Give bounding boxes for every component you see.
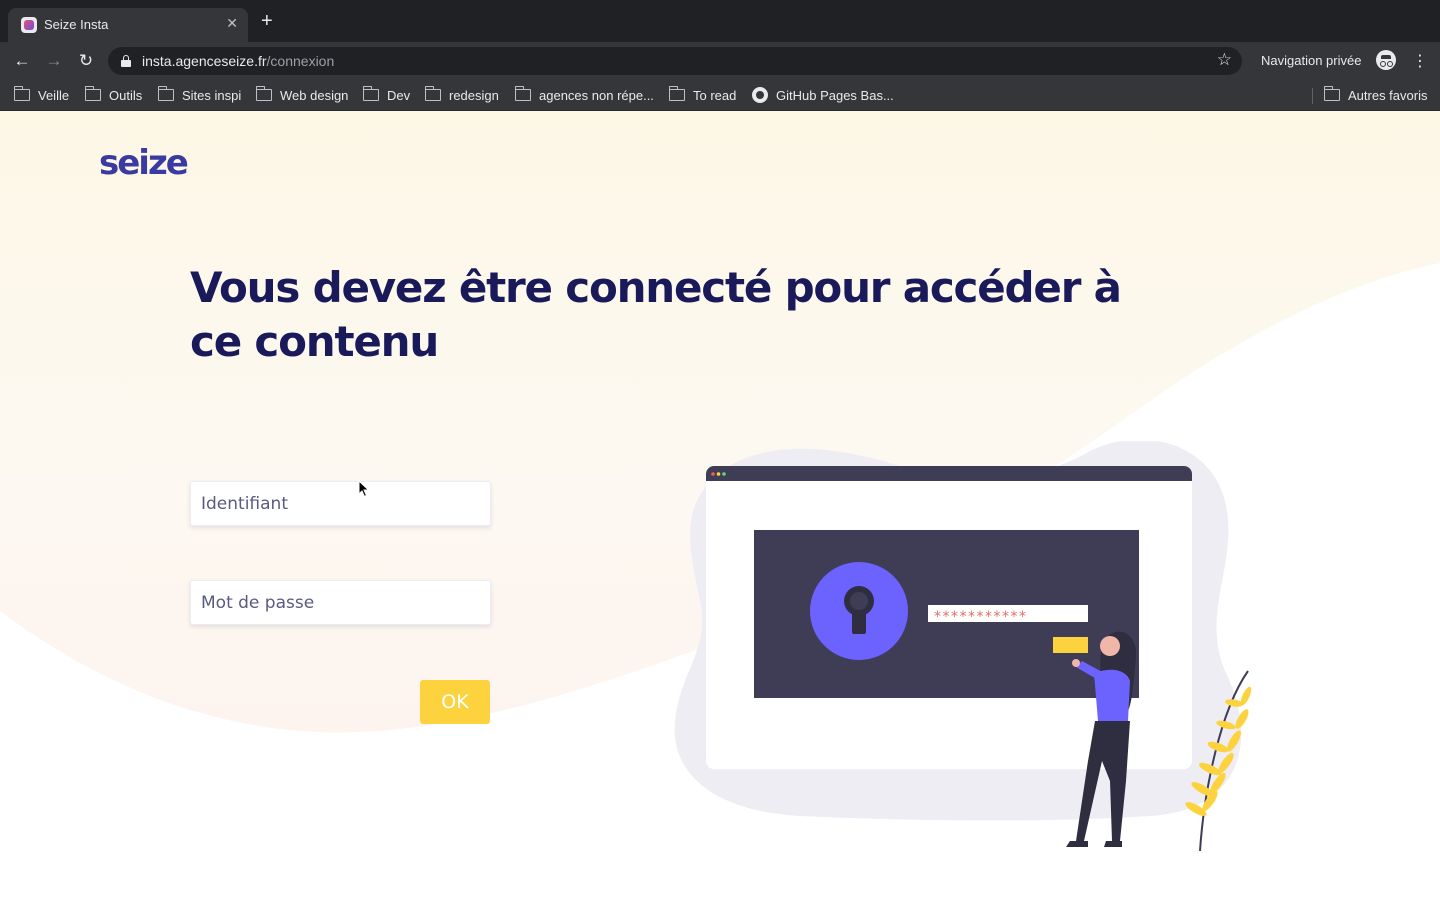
tab-active[interactable]: Seize Insta ✕ xyxy=(8,8,248,42)
login-illustration: *********** xyxy=(674,441,1252,851)
lock-icon[interactable] xyxy=(121,55,131,67)
window-titlebar xyxy=(706,466,1192,481)
folder-icon xyxy=(668,86,685,101)
bookmark-label: Veille xyxy=(38,87,70,103)
favicon-icon xyxy=(21,17,37,33)
incognito-label: Navigation privée xyxy=(1261,53,1362,68)
folder-icon xyxy=(84,86,101,101)
close-tab-icon[interactable]: ✕ xyxy=(226,15,238,32)
bookmark-label: Web design xyxy=(280,87,349,103)
bookmark-label: GitHub Pages Bas... xyxy=(776,87,894,103)
url-host: insta.agenceseize.fr xyxy=(142,53,267,69)
illustration-button xyxy=(1053,637,1088,653)
bookmark-dev[interactable]: Dev xyxy=(362,85,411,105)
address-bar[interactable]: insta.agenceseize.fr/connexion ☆ xyxy=(108,47,1242,75)
bookmark-outils[interactable]: Outils xyxy=(84,85,143,105)
password-field[interactable] xyxy=(190,580,491,625)
bookmark-label: Dev xyxy=(387,87,411,103)
folder-icon xyxy=(514,86,531,101)
folder-icon xyxy=(424,86,441,101)
bookmark-github-pages[interactable]: GitHub Pages Bas... xyxy=(752,85,894,105)
url-path: /connexion xyxy=(266,53,335,69)
bookmark-to-read[interactable]: To read xyxy=(668,85,737,105)
mouse-cursor-icon xyxy=(358,480,370,498)
bookmark-agences[interactable]: agences non répe... xyxy=(514,85,654,105)
logo-text: seize xyxy=(99,144,188,180)
folder-icon xyxy=(13,86,30,101)
submit-button[interactable]: OK xyxy=(420,680,490,724)
incognito-icon[interactable] xyxy=(1376,50,1396,70)
folder-icon xyxy=(157,86,174,101)
browser-toolbar: ← → ↻ insta.agenceseize.fr/connexion ☆ N… xyxy=(0,42,1440,80)
folder-icon xyxy=(255,86,272,101)
bookmark-sites-inspi[interactable]: Sites inspi xyxy=(157,85,242,105)
tab-strip: Seize Insta ✕ + xyxy=(0,0,1440,42)
new-tab-icon[interactable]: + xyxy=(261,11,273,31)
bookmarks-divider xyxy=(1312,88,1313,104)
bookmark-label: Autres favoris xyxy=(1348,87,1428,103)
tab-title: Seize Insta xyxy=(44,17,109,32)
bookmark-label: agences non répe... xyxy=(539,87,654,103)
bookmark-star-icon[interactable]: ☆ xyxy=(1217,50,1232,70)
page-content: seize Vous devez être connecté pour accé… xyxy=(0,111,1440,900)
url-text[interactable]: insta.agenceseize.fr/connexion xyxy=(142,53,334,69)
forward-icon[interactable]: → xyxy=(43,50,65,72)
login-field[interactable] xyxy=(190,481,491,526)
bookmark-label: To read xyxy=(693,87,737,103)
masked-password: *********** xyxy=(934,609,1028,625)
bookmarks-bar: Veille Outils Sites inspi Web design Dev… xyxy=(0,80,1440,111)
bookmark-other[interactable]: Autres favoris xyxy=(1323,85,1428,105)
bookmark-label: Sites inspi xyxy=(182,87,242,103)
bookmark-web-design[interactable]: Web design xyxy=(255,85,349,105)
bookmark-label: redesign xyxy=(449,87,499,103)
reload-icon[interactable]: ↻ xyxy=(75,50,97,72)
bookmark-label: Outils xyxy=(109,87,143,103)
folder-icon xyxy=(1323,86,1340,101)
window-dot xyxy=(716,472,721,476)
page-title: Vous devez être connecté pour accéder à … xyxy=(190,263,1122,366)
back-icon[interactable]: ← xyxy=(11,50,33,72)
window-dot xyxy=(722,472,726,476)
bookmark-redesign[interactable]: redesign xyxy=(424,85,499,105)
folder-icon xyxy=(362,86,379,101)
window-dot xyxy=(711,472,715,476)
github-icon xyxy=(752,87,768,103)
bookmark-veille[interactable]: Veille xyxy=(13,85,70,105)
browser-menu-icon[interactable]: ⋮ xyxy=(1412,51,1428,71)
seize-logo[interactable]: seize xyxy=(99,144,209,180)
